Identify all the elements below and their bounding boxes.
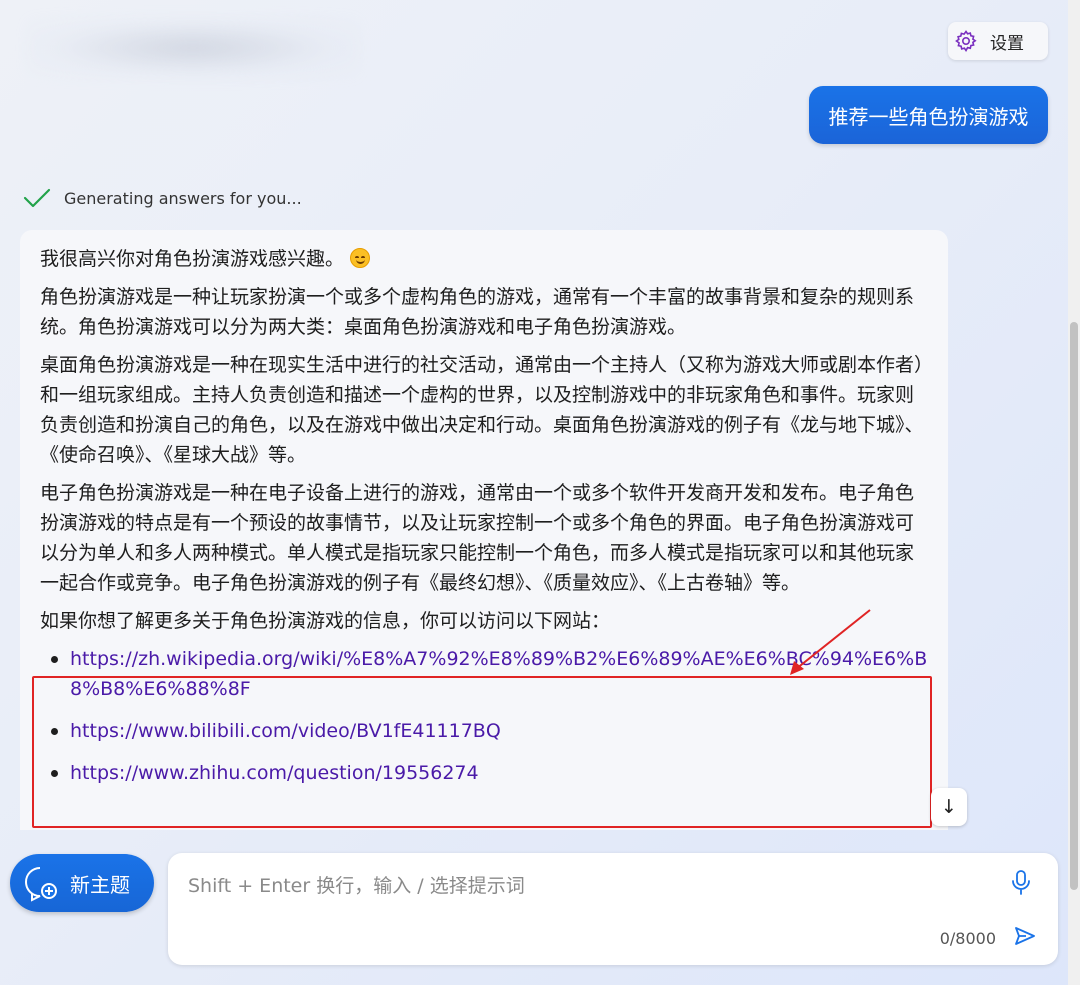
microphone-icon[interactable] [1010, 869, 1032, 897]
user-message-bubble: 推荐一些角色扮演游戏 [809, 86, 1048, 144]
annotation-arrow-icon [790, 609, 871, 675]
link-zhihu[interactable]: https://www.zhihu.com/question/19556274 [51, 758, 928, 788]
arrow-down-icon: ↓ [941, 796, 957, 818]
new-topic-button[interactable]: 新主题 [10, 854, 154, 912]
checkmark-icon [23, 188, 51, 208]
send-icon[interactable] [1014, 925, 1036, 947]
blurred-header [28, 18, 358, 78]
scroll-down-button[interactable]: ↓ [931, 788, 967, 826]
link-bilibili[interactable]: https://www.bilibili.com/video/BV1fE4111… [51, 716, 928, 746]
message-input[interactable] [188, 871, 988, 901]
status-text: Generating answers for you... [64, 188, 302, 208]
answer-paragraph: 角色扮演游戏是一种让玩家扮演一个或多个虚构角色的游戏，通常有一个丰富的故事背景和… [40, 286, 915, 338]
scrollbar-thumb[interactable] [1070, 322, 1078, 890]
smiling-face-icon [350, 248, 371, 268]
answer-paragraph: 电子角色扮演游戏是一种在电子设备上进行的游戏，通常由一个或多个软件开发商开发和发… [40, 482, 915, 594]
composer: 0/8000 [168, 853, 1058, 965]
generation-status: Generating answers for you... [22, 185, 302, 211]
scrollbar-track[interactable] [1068, 0, 1080, 985]
answer-card: 我很高兴你对角色扮演游戏感兴趣。 角色扮演游戏是一种让玩家扮演一个或多个虚构角色… [20, 230, 948, 830]
answer-greeting: 我很高兴你对角色扮演游戏感兴趣。 [40, 244, 928, 274]
character-counter: 0/8000 [939, 929, 996, 948]
new-chat-icon [25, 867, 57, 902]
settings-button[interactable]: 设置 [948, 22, 1048, 60]
user-message-text: 推荐一些角色扮演游戏 [828, 104, 1029, 129]
greeting-text: 我很高兴你对角色扮演游戏感兴趣。 [40, 248, 345, 270]
answer-paragraph: 桌面角色扮演游戏是一种在现实生活中进行的社交活动，通常由一个主持人（又称为游戏大… [40, 354, 924, 466]
gear-icon [955, 30, 977, 53]
settings-label: 设置 [990, 33, 1024, 54]
new-topic-label: 新主题 [70, 872, 130, 897]
